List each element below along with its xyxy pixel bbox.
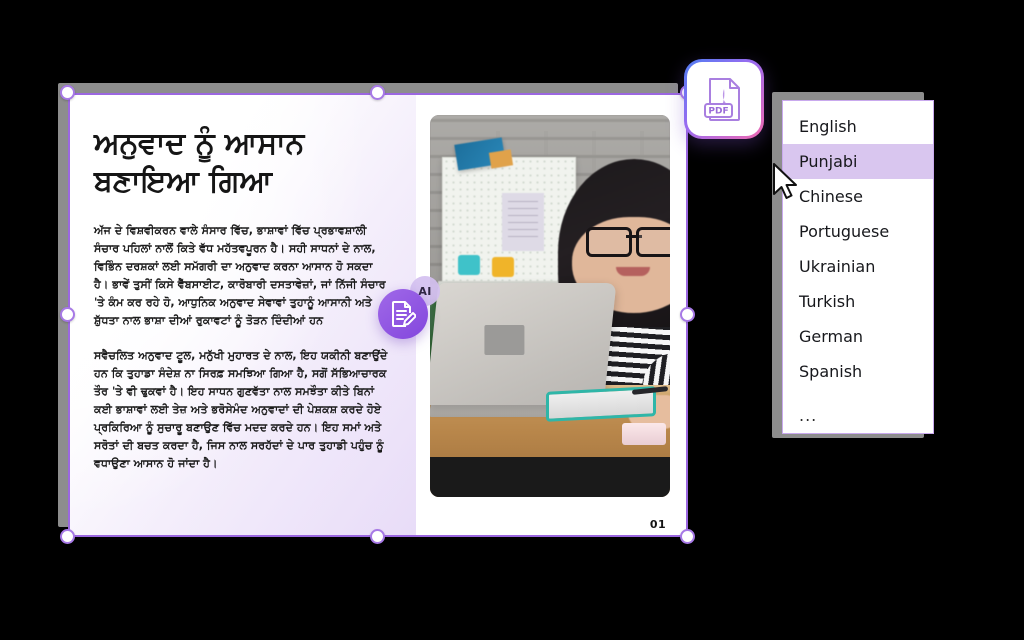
language-option-turkish[interactable]: Turkish (783, 284, 933, 319)
language-option-label: English (799, 117, 857, 136)
language-option-chinese[interactable]: Chinese (783, 179, 933, 214)
person-mouth (616, 267, 650, 276)
language-dropdown[interactable]: English Punjabi Chinese Portuguese Ukrai… (782, 100, 934, 434)
canvas-stage: ਅਨੁਵਾਦ ਨੂੰ ਆਸਾਨ ਬਣਾਇਆ ਗਿਆ ਅੱਜ ਦੇ ਵਿਸ਼ਵੀਕ… (0, 0, 1024, 640)
notepad-block (622, 423, 666, 445)
right-lens (636, 227, 670, 257)
page-number: 01 (649, 518, 666, 531)
language-option-label: Turkish (799, 292, 856, 311)
language-option-spanish[interactable]: Spanish (783, 354, 933, 389)
woman-at-laptop-photo (430, 115, 670, 497)
pdf-badge-label: PDF (708, 107, 728, 117)
yellow-tag (492, 257, 514, 277)
body-paragraph-1: ਅੱਜ ਦੇ ਵਿਸ਼ਵੀਕਰਨ ਵਾਲੇ ਸੰਸਾਰ ਵਿੱਚ, ਭਾਸ਼ਾਵ… (94, 223, 386, 328)
document-photo-page: 01 (416, 93, 688, 537)
language-option-english[interactable]: English (783, 109, 933, 144)
language-option-label: German (799, 327, 864, 346)
orange-note (488, 149, 514, 169)
body-paragraph-2: ਸਵੈਚਲਿਤ ਅਨੁਵਾਦ ਟੂਲ, ਮਨੁੱਖੀ ਮੁਹਾਰਤ ਦੇ ਨਾਲ… (94, 348, 388, 471)
language-option-label: Chinese (799, 187, 863, 206)
language-option-label: ... (799, 406, 818, 425)
resize-handle-top-center[interactable] (370, 85, 385, 100)
language-option-german[interactable]: German (783, 319, 933, 354)
language-option-label: Ukrainian (799, 257, 876, 276)
resize-handle-middle-left[interactable] (60, 307, 75, 322)
laptop-screen (430, 283, 617, 405)
resize-handle-bottom-left[interactable] (60, 529, 75, 544)
under-desk-shadow (430, 457, 670, 497)
language-option-ukrainian[interactable]: Ukrainian (783, 249, 933, 284)
resize-handle-bottom-right[interactable] (680, 529, 695, 544)
teal-tag (458, 255, 480, 275)
pdf-file-icon: PDF (704, 78, 740, 121)
language-option-more[interactable]: ... (783, 398, 933, 433)
resize-handle-top-left[interactable] (60, 85, 75, 100)
document-edit-icon (392, 301, 416, 327)
language-option-portuguese[interactable]: Portuguese (783, 214, 933, 249)
page-title: ਅਨੁਵਾਦ ਨੂੰ ਆਸਾਨ ਬਣਾਇਆ ਗਿਆ (94, 126, 305, 200)
ai-translate-button[interactable] (378, 289, 428, 339)
language-option-label: Portuguese (799, 222, 890, 241)
resize-handle-bottom-center[interactable] (370, 529, 385, 544)
language-option-punjabi[interactable]: Punjabi (783, 144, 933, 179)
eyeglasses-icon (586, 227, 670, 257)
resize-handle-middle-right[interactable] (680, 307, 695, 322)
pdf-file-badge[interactable]: PDF (684, 59, 764, 139)
pdf-badge-inner: PDF (687, 62, 761, 136)
left-lens (586, 227, 632, 257)
language-option-label: Punjabi (799, 152, 858, 171)
pinned-paper (502, 193, 544, 251)
dropdown-spacer (783, 389, 933, 398)
document-text-page: ਅਨੁਵਾਦ ਨੂੰ ਆਸਾਨ ਬਣਾਇਆ ਗਿਆ ਅੱਜ ਦੇ ਵਿਸ਼ਵੀਕ… (68, 93, 416, 537)
language-option-label: Spanish (799, 362, 863, 381)
